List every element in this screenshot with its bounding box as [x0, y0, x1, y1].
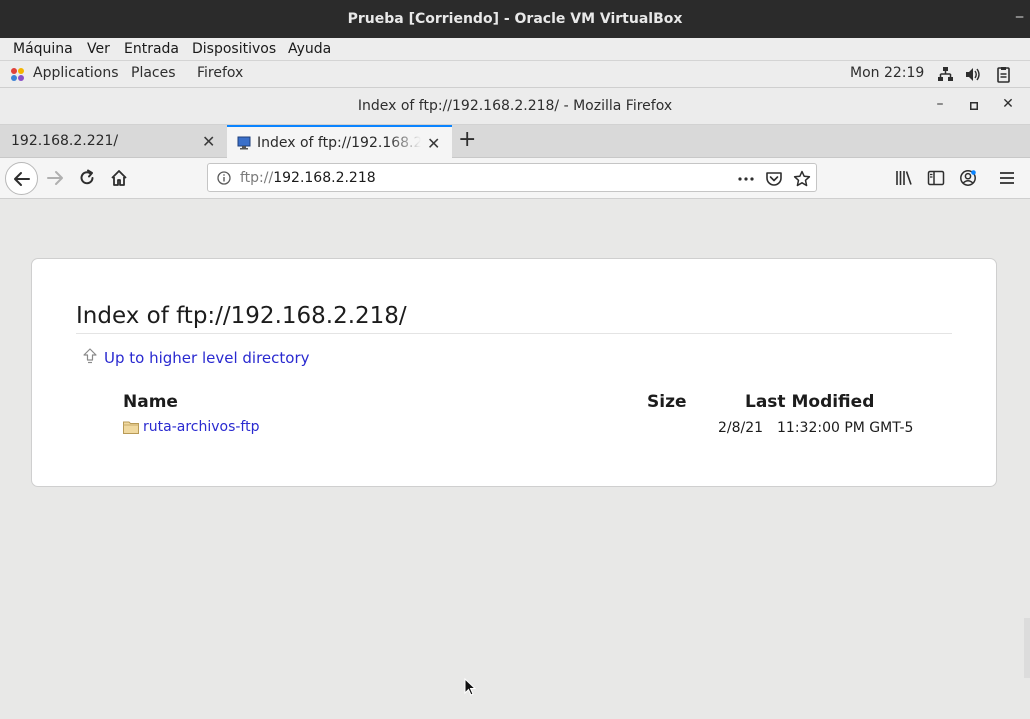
vbox-menubar: Máquina Ver Entrada Dispositivos Ayuda: [0, 38, 1030, 61]
maximize-icon: [970, 102, 978, 110]
folder-icon: [123, 421, 139, 434]
vbox-titlebar: Prueba [Corriendo] - Oracle VM VirtualBo…: [0, 0, 1030, 38]
row-time: 11:32:00 PM GMT-5: [777, 420, 914, 436]
mouse-cursor-icon: [464, 678, 476, 696]
gnome-top-panel: Applications Places Firefox Mon 22:19: [0, 61, 1030, 88]
sidebar-icon[interactable]: [927, 169, 945, 187]
back-button[interactable]: [5, 162, 38, 195]
column-header-size[interactable]: Size: [647, 392, 687, 412]
monitor-favicon-icon: [237, 136, 251, 150]
panel-firefox-launcher[interactable]: Firefox: [197, 65, 243, 81]
account-icon[interactable]: [959, 169, 977, 187]
page-content: Index of ftp://192.168.2.218/ Up to high…: [0, 199, 1030, 719]
tab-index-ftp[interactable]: Index of ftp://192.168.2.218/ ✕: [227, 125, 452, 159]
url-host: 192.168.2.218: [273, 170, 376, 186]
clipboard-icon[interactable]: [995, 66, 1012, 83]
tab-label: 192.168.2.221/: [11, 133, 119, 149]
network-icon[interactable]: [937, 66, 954, 83]
directory-link[interactable]: ruta-archivos-ftp: [143, 419, 260, 435]
menu-ver[interactable]: Ver: [87, 41, 110, 57]
panel-clock[interactable]: Mon 22:19: [850, 65, 924, 81]
tab-bar: 192.168.2.221/ ✕ Index of ftp://192.168.…: [0, 125, 1030, 159]
tab-close-icon[interactable]: ✕: [427, 134, 440, 153]
bookmark-star-icon[interactable]: [793, 170, 811, 188]
up-directory-icon[interactable]: [82, 347, 98, 365]
url-scheme: ftp://: [240, 170, 274, 186]
site-info-icon[interactable]: [217, 171, 231, 185]
tab-label: Index of ftp://192.168.2.218/: [257, 135, 421, 151]
reload-icon[interactable]: [78, 169, 96, 187]
back-arrow-icon: [14, 172, 30, 186]
scrollbar[interactable]: [1024, 618, 1030, 678]
panel-applications-menu[interactable]: Applications: [33, 65, 119, 81]
new-tab-button[interactable]: +: [458, 129, 476, 151]
hamburger-menu-icon[interactable]: [998, 169, 1016, 187]
page-title: Index of ftp://192.168.2.218/: [76, 303, 407, 329]
close-window-button[interactable]: ✕: [998, 96, 1018, 116]
minimize-button[interactable]: –: [930, 96, 950, 116]
menu-entrada[interactable]: Entrada: [124, 41, 179, 57]
url-text[interactable]: ftp://192.168.2.218: [240, 170, 376, 186]
column-header-last-modified[interactable]: Last Modified: [745, 392, 874, 412]
tab-close-icon[interactable]: ✕: [202, 132, 215, 151]
applications-icon: [11, 68, 24, 81]
navigation-toolbar: ftp://192.168.2.218: [0, 158, 1030, 199]
pocket-icon[interactable]: [765, 170, 783, 188]
firefox-window-title: Index of ftp://192.168.2.218/ - Mozilla …: [357, 98, 673, 114]
menu-maquina[interactable]: Máquina: [13, 41, 73, 57]
menu-dispositivos[interactable]: Dispositivos: [192, 41, 276, 57]
maximize-button[interactable]: [964, 96, 984, 116]
url-bar[interactable]: ftp://192.168.2.218: [207, 163, 817, 192]
heading-divider: [76, 333, 952, 334]
home-icon[interactable]: [110, 169, 128, 187]
vbox-minimize-icon[interactable]: ‒: [1015, 9, 1024, 25]
firefox-titlebar: Index of ftp://192.168.2.218/ - Mozilla …: [0, 88, 1030, 125]
up-to-higher-level-link[interactable]: Up to higher level directory: [104, 349, 310, 367]
page-actions-icon[interactable]: [737, 170, 755, 188]
volume-icon[interactable]: [965, 66, 982, 83]
row-date: 2/8/21: [718, 420, 764, 436]
panel-places-menu[interactable]: Places: [131, 65, 176, 81]
menu-ayuda[interactable]: Ayuda: [288, 41, 331, 57]
forward-arrow-icon[interactable]: [46, 169, 64, 187]
library-icon[interactable]: [895, 169, 913, 187]
tab-192-168-2-221[interactable]: 192.168.2.221/ ✕: [0, 125, 226, 158]
vbox-window-title: Prueba [Corriendo] - Oracle VM VirtualBo…: [347, 11, 683, 27]
directory-listing-card: Index of ftp://192.168.2.218/ Up to high…: [31, 258, 997, 487]
column-header-name[interactable]: Name: [123, 392, 178, 412]
